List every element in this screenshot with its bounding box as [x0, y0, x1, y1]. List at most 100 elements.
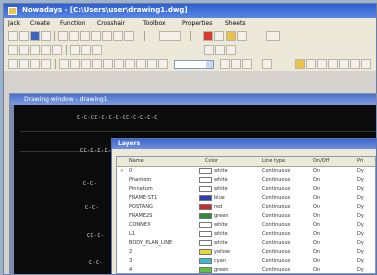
row-linetype[interactable]: Continuous — [262, 257, 290, 265]
menu-item-function[interactable]: Function — [60, 20, 86, 27]
color-swatch[interactable] — [199, 258, 212, 264]
linetype-button[interactable] — [231, 59, 241, 69]
table-row[interactable]: Pinnatum white Continuous On Dy — [117, 185, 375, 193]
color-button[interactable] — [242, 59, 252, 69]
component-row[interactable]: C-C- — [85, 205, 99, 212]
text-button[interactable] — [147, 59, 157, 69]
print-button[interactable] — [41, 31, 51, 41]
row-linetype[interactable]: Continuous — [262, 266, 290, 273]
ortho-button[interactable] — [92, 45, 102, 55]
row-linetype[interactable]: Continuous — [262, 212, 290, 220]
stop-button[interactable] — [203, 31, 213, 41]
open-file-button[interactable] — [19, 31, 29, 41]
stretch-button[interactable] — [114, 59, 124, 69]
menu-item-toolbox[interactable]: Toolbox — [143, 20, 166, 27]
color-swatch[interactable] — [199, 204, 212, 210]
table-row[interactable]: 4 green Continuous On Dy — [117, 266, 375, 273]
row-onoff[interactable]: On — [313, 185, 320, 193]
regen-button[interactable] — [350, 59, 360, 69]
offset-button[interactable] — [59, 59, 69, 69]
column-header-linetype[interactable]: Line type — [262, 158, 285, 164]
column-header-pri[interactable]: Pri — [357, 158, 363, 164]
row-onoff[interactable]: On — [313, 257, 320, 265]
redo-button[interactable] — [102, 31, 112, 41]
component-row[interactable]: C-C- — [83, 181, 97, 188]
row-linetype[interactable]: Continuous — [262, 194, 290, 202]
row-onoff[interactable]: On — [313, 248, 320, 256]
row-onoff[interactable]: On — [313, 167, 320, 175]
color-swatch[interactable] — [199, 249, 212, 255]
table-row[interactable]: BODY_PLAN_LINE white Continuous On Dy — [117, 239, 375, 247]
hatch-button[interactable] — [136, 59, 146, 69]
draw-polyline-button[interactable] — [19, 45, 29, 55]
component-row[interactable]: CC-C- — [87, 233, 105, 240]
column-header-onoff[interactable]: On/Off — [313, 158, 329, 164]
pan-button[interactable] — [124, 31, 134, 41]
row-onoff[interactable]: On — [313, 212, 320, 220]
grid-button[interactable] — [81, 45, 91, 55]
draw-line-button[interactable] — [8, 45, 18, 55]
color-swatch[interactable] — [199, 240, 212, 246]
layer-button[interactable] — [214, 31, 224, 41]
row-check[interactable]: ✓ — [120, 167, 124, 175]
table-row[interactable]: 2 yellow Continuous On Dy — [117, 248, 375, 256]
extend-button[interactable] — [41, 59, 51, 69]
pointer-button[interactable] — [19, 59, 29, 69]
layer-props-button[interactable] — [220, 59, 230, 69]
properties-panel-button[interactable] — [266, 31, 280, 41]
menu-item-sheets[interactable]: Sheets — [225, 20, 245, 27]
row-onoff[interactable]: On — [313, 266, 320, 273]
color-swatch[interactable] — [199, 231, 212, 237]
highlight-button[interactable] — [226, 31, 236, 41]
draw-circle-button[interactable] — [41, 45, 51, 55]
component-row[interactable]: CC-C-C-C- — [80, 148, 112, 155]
zoom-button[interactable] — [113, 31, 123, 41]
zoom-window-button[interactable] — [306, 59, 316, 69]
table-row[interactable]: Phantom white Continuous On Dy — [117, 176, 375, 184]
fillet-button[interactable] — [70, 59, 80, 69]
row-linetype[interactable]: Continuous — [262, 185, 290, 193]
color-swatch[interactable] — [199, 168, 212, 174]
layer-select[interactable] — [174, 60, 214, 69]
row-onoff[interactable]: On — [313, 230, 320, 238]
color-swatch[interactable] — [199, 177, 212, 183]
redraw-button[interactable] — [361, 59, 371, 69]
row-linetype[interactable]: Continuous — [262, 176, 290, 184]
table-row[interactable]: L1 white Continuous On Dy — [117, 230, 375, 238]
copy-button[interactable] — [69, 31, 79, 41]
component-row[interactable]: C-C- — [89, 260, 103, 267]
row-linetype[interactable]: Continuous — [262, 230, 290, 238]
table-row[interactable]: FRAME-ST1 blue Continuous On Dy — [117, 194, 375, 202]
table-row[interactable]: FRAME2S green Continuous On Dy — [117, 212, 375, 220]
cut-button[interactable] — [58, 31, 68, 41]
row-linetype[interactable]: Continuous — [262, 167, 290, 175]
menu-item-crosshair[interactable]: Crosshair — [97, 20, 125, 27]
zoom-extents-button[interactable] — [317, 59, 327, 69]
color-swatch[interactable] — [199, 213, 212, 219]
table-row[interactable]: ✓ 0 white Continuous On Dy — [117, 167, 375, 175]
row-linetype[interactable]: Continuous — [262, 203, 290, 211]
row-linetype[interactable]: Continuous — [262, 221, 290, 229]
table-row[interactable]: POSTANG red Continuous On Dy — [117, 203, 375, 211]
table-row[interactable]: CONNEX white Continuous On Dy — [117, 221, 375, 229]
zoom-out-button[interactable] — [339, 59, 349, 69]
column-header-color[interactable]: Color — [205, 158, 218, 164]
dimension-button[interactable] — [158, 59, 168, 69]
row-linetype[interactable]: Continuous — [262, 248, 290, 256]
scale-button[interactable] — [103, 59, 113, 69]
row-onoff[interactable]: On — [313, 239, 320, 247]
column-header-name[interactable]: Name — [129, 158, 144, 164]
zoom-previous-button[interactable] — [328, 59, 338, 69]
table-row[interactable]: 3 cyan Continuous On Dy — [117, 257, 375, 265]
snap-button[interactable] — [70, 45, 80, 55]
draw-rect-button[interactable] — [52, 45, 62, 55]
view-options-button[interactable] — [159, 31, 181, 41]
folder-button[interactable] — [295, 59, 305, 69]
array-button[interactable] — [92, 59, 102, 69]
chamfer-button[interactable] — [81, 59, 91, 69]
row-onoff[interactable]: On — [313, 203, 320, 211]
help-button[interactable] — [237, 31, 247, 41]
paste-button[interactable] — [80, 31, 90, 41]
save-button[interactable] — [30, 31, 40, 41]
select-button[interactable] — [8, 59, 18, 69]
